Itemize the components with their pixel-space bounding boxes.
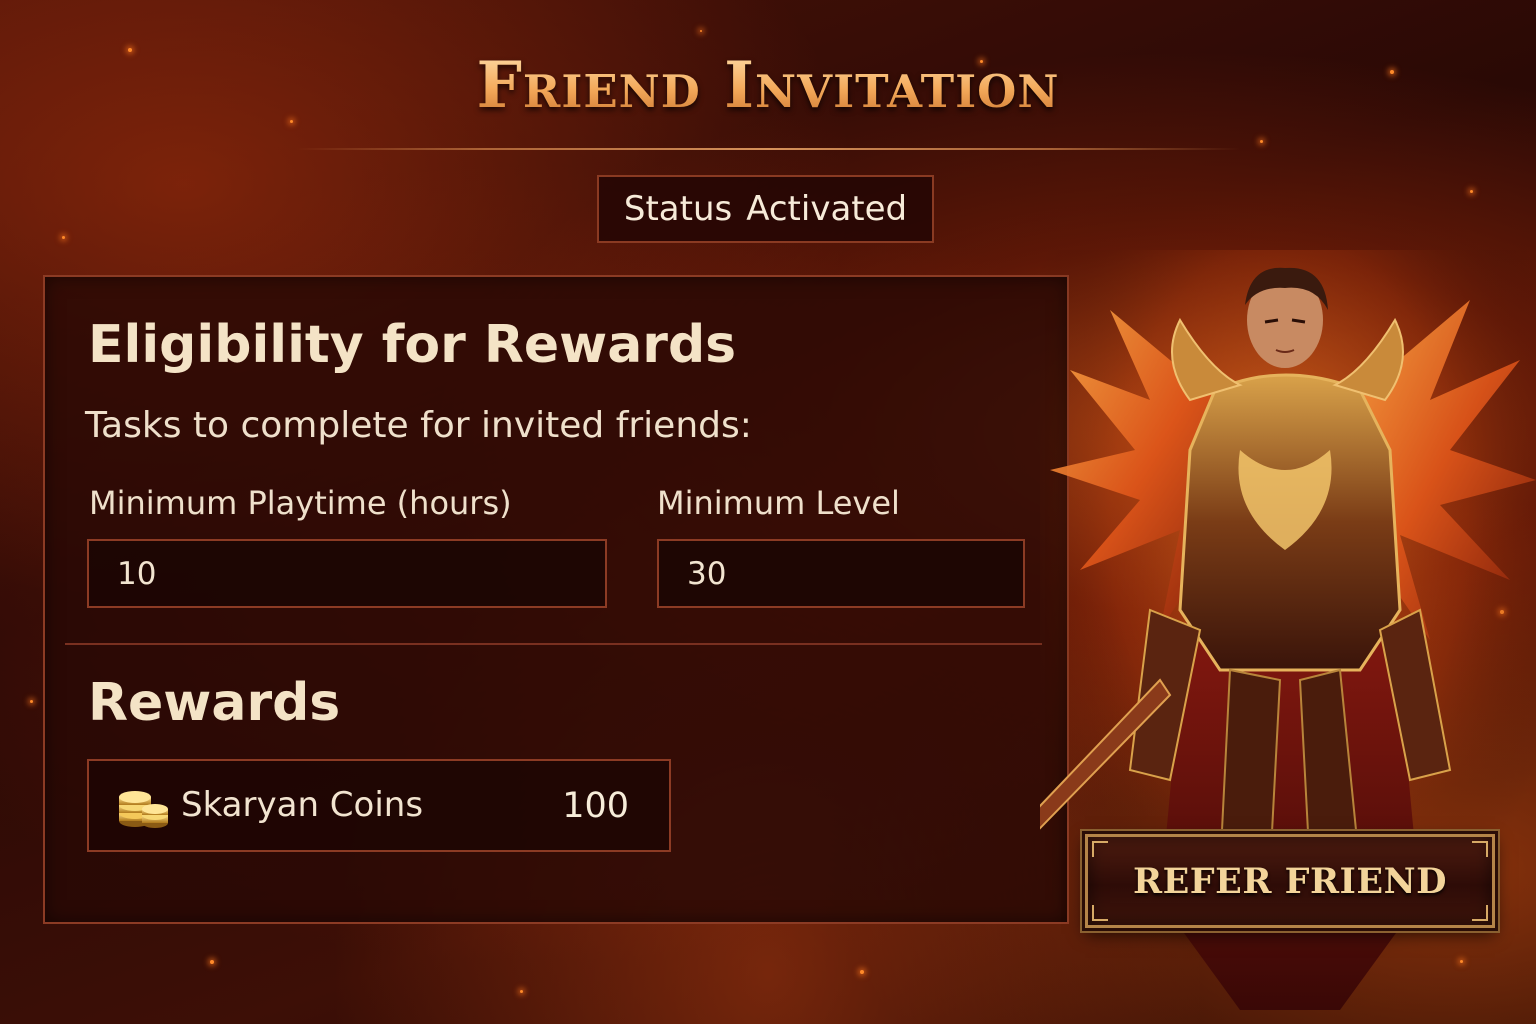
eligibility-heading: Eligibility for Rewards	[88, 315, 737, 375]
button-corner-ornament	[1092, 841, 1108, 857]
button-corner-ornament	[1092, 905, 1108, 921]
min-playtime-value: 10	[117, 555, 157, 592]
refer-friend-label: REFER FRIEND	[1133, 860, 1447, 902]
eligibility-subheading: Tasks to complete for invited friends:	[85, 405, 752, 446]
min-level-field[interactable]: 30	[657, 539, 1025, 608]
min-playtime-label: Minimum Playtime (hours)	[89, 484, 512, 522]
button-corner-ornament	[1472, 905, 1488, 921]
page-title: Friend Invitation	[0, 48, 1536, 123]
reward-amount: 100	[562, 786, 629, 826]
min-level-label: Minimum Level	[657, 484, 900, 522]
section-divider	[65, 643, 1042, 645]
reward-name: Skaryan Coins	[181, 785, 424, 825]
status-badge: Status Activated	[597, 175, 934, 243]
button-corner-ornament	[1472, 841, 1488, 857]
min-playtime-field[interactable]: 10	[87, 539, 607, 608]
status-value: Activated	[746, 189, 908, 229]
rewards-heading: Rewards	[88, 673, 341, 733]
invitation-panel: Eligibility for Rewards Tasks to complet…	[43, 275, 1069, 924]
refer-friend-button[interactable]: REFER FRIEND	[1085, 834, 1495, 928]
gold-coins-icon	[119, 791, 168, 828]
min-level-value: 30	[687, 555, 727, 592]
title-divider	[296, 148, 1240, 150]
status-label: Status	[623, 189, 733, 229]
reward-item: Skaryan Coins 100	[87, 759, 671, 852]
